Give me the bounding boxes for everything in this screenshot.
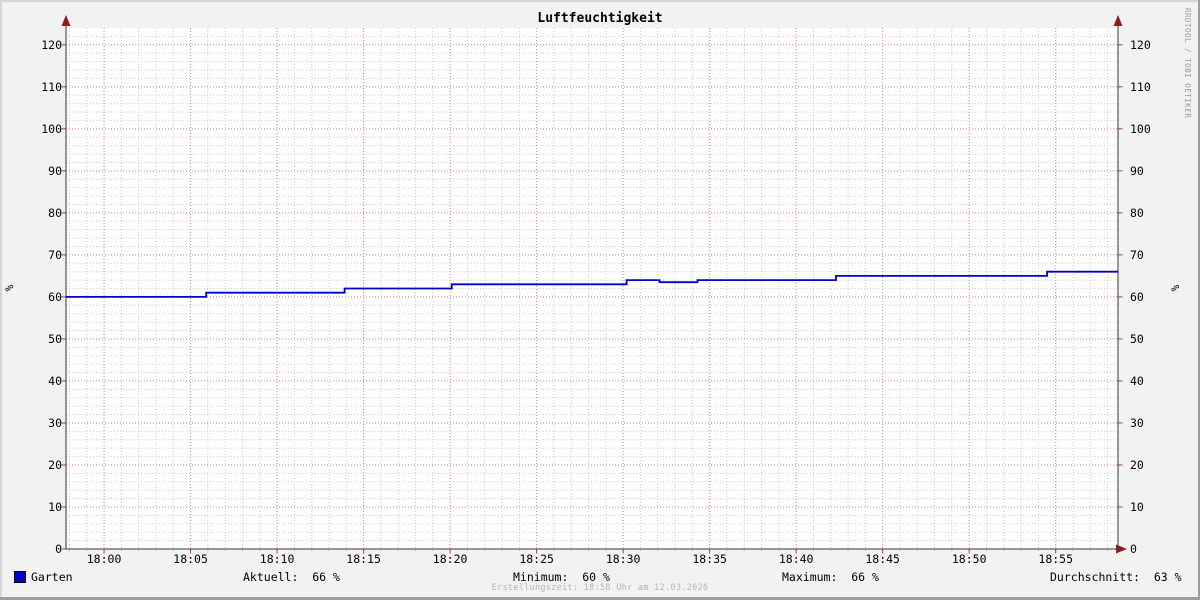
y-tick-label-left: 0 xyxy=(55,542,62,556)
y-tick-label-right: 120 xyxy=(1130,38,1151,52)
y-axis-arrow-left xyxy=(61,15,71,26)
y-tick-label-left: 80 xyxy=(48,206,62,220)
rrdtool-watermark: RRDTOOL / TOBI OETIKER xyxy=(1183,8,1192,119)
y-axis-unit-left: % xyxy=(2,284,16,292)
y-tick-label-left: 60 xyxy=(48,290,62,304)
x-tick-label: 18:20 xyxy=(433,552,468,566)
y-tick-label-left: 120 xyxy=(41,38,62,52)
y-tick-label-left: 50 xyxy=(48,332,62,346)
y-tick-label-left: 110 xyxy=(41,80,62,94)
y-tick-label-left: 30 xyxy=(48,416,62,430)
y-tick-label-right: 80 xyxy=(1130,206,1144,220)
x-tick-label: 18:45 xyxy=(865,552,900,566)
y-tick-label-right: 70 xyxy=(1130,248,1144,262)
creation-time-footer: Erstellungszeit: 18:58 Uhr am 12.03.2026 xyxy=(491,583,709,593)
x-tick-label: 18:15 xyxy=(346,552,381,566)
bevel-top xyxy=(0,0,1200,2)
x-tick-label: 18:10 xyxy=(260,552,295,566)
x-tick-label: 18:30 xyxy=(606,552,641,566)
rrdtool-graph-image: Luftfeuchtigkeit 18:00 18:05 18:10 18:15 18:… xyxy=(0,0,1200,600)
y-tick-label-right: 100 xyxy=(1130,122,1151,136)
x-tick-label: 18:50 xyxy=(952,552,987,566)
y-tick-label-left: 10 xyxy=(48,500,62,514)
y-tick-label-right: 90 xyxy=(1130,164,1144,178)
y-axis-arrow-right xyxy=(1113,15,1123,26)
bevel-left xyxy=(0,0,2,600)
x-tick-label: 18:00 xyxy=(87,552,122,566)
y-tick-label-left: 20 xyxy=(48,458,62,472)
x-tick-label: 18:40 xyxy=(779,552,814,566)
y-tick-label-right: 50 xyxy=(1130,332,1144,346)
y-tick-label-left: 40 xyxy=(48,374,62,388)
y-tick-label-right: 0 xyxy=(1130,542,1137,556)
x-tick-label: 18:35 xyxy=(692,552,727,566)
y-tick-label-right: 20 xyxy=(1130,458,1144,472)
y-tick-label-right: 60 xyxy=(1130,290,1144,304)
x-tick-label: 18:05 xyxy=(173,552,208,566)
y-tick-label-right: 110 xyxy=(1130,80,1151,94)
y-tick-label-right: 30 xyxy=(1130,416,1144,430)
chart-plot-area: 18:00 18:05 18:10 18:15 18:20 18:25 18:30 18:35… xyxy=(41,15,1151,566)
y-tick-label-left: 90 xyxy=(48,164,62,178)
y-tick-label-right: 10 xyxy=(1130,500,1144,514)
x-tick-label: 18:55 xyxy=(1038,552,1073,566)
y-axis-unit-right: % xyxy=(1168,284,1182,292)
y-tick-label-left: 70 xyxy=(48,248,62,262)
x-axis-arrow xyxy=(1116,544,1127,554)
y-tick-label-right: 40 xyxy=(1130,374,1144,388)
x-tick-label: 18:25 xyxy=(519,552,554,566)
y-tick-label-left: 100 xyxy=(41,122,62,136)
